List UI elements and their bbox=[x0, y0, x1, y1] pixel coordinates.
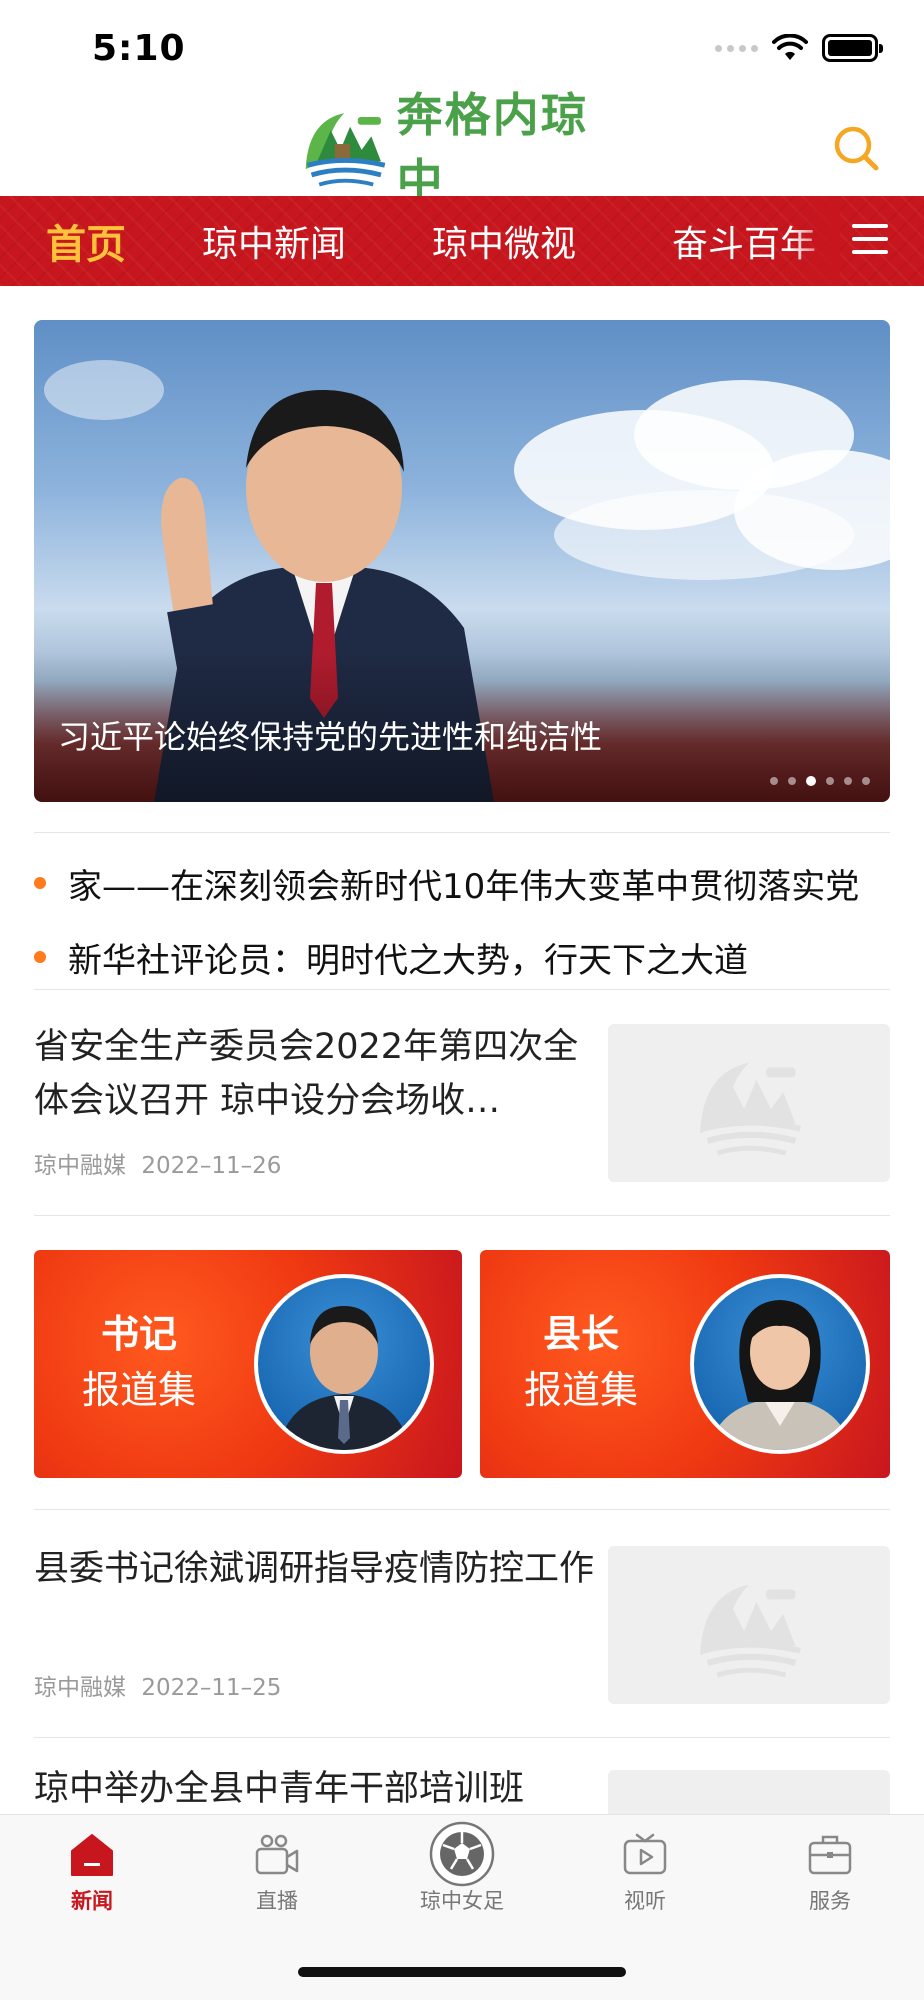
card-title: 县长 bbox=[543, 1312, 620, 1356]
news-meta: 琼中融媒 2022–11–26 bbox=[34, 1146, 281, 1180]
category-nav: 首页 琼中新闻 琼中微视 奋斗百年 bbox=[0, 196, 924, 286]
card-subtitle: 报道集 bbox=[524, 1368, 639, 1412]
briefcase-icon bbox=[808, 1835, 852, 1875]
news-item[interactable]: 省安全生产委员会2022年第四次全体会议召开 琼中设分会场收… 琼中融媒 202… bbox=[34, 990, 890, 1216]
news-meta: 琼中融媒 2022–11–25 bbox=[34, 1668, 281, 1702]
tab-qiongzhong-video[interactable]: 琼中微视 bbox=[346, 215, 576, 267]
avatar-photo bbox=[278, 1306, 410, 1450]
card-text: 县长 报道集 bbox=[524, 1306, 638, 1418]
ticker-item[interactable]: 家——在深刻领会新时代10年伟大变革中贯彻落实党 bbox=[34, 853, 890, 913]
news-thumbnail-placeholder bbox=[608, 1024, 890, 1182]
soccer-ball-icon bbox=[429, 1821, 495, 1887]
logo-mark-icon bbox=[305, 113, 386, 187]
tab-label: 服务 bbox=[809, 1889, 851, 1913]
tab-label: 新闻 bbox=[71, 1889, 113, 1913]
leader-report-cards: 书记 报道集 县长 报道集 bbox=[34, 1250, 890, 1510]
news-title: 县委书记徐斌调研指导疫情防控工作 bbox=[34, 1549, 594, 1589]
hero-banner[interactable]: 习近平论始终保持党的先进性和纯洁性 bbox=[34, 320, 890, 802]
app-header: 奔格内琼中 bbox=[0, 88, 924, 208]
tab-label: 直播 bbox=[256, 1889, 298, 1913]
ticker-text: 家——在深刻领会新时代10年伟大变革中贯彻落实党 bbox=[68, 866, 860, 907]
banner-dot[interactable] bbox=[862, 777, 870, 785]
news-title: 琼中举办全县中青年干部培训班 bbox=[34, 1769, 525, 1809]
avatar bbox=[690, 1274, 870, 1454]
signal-icon bbox=[715, 44, 758, 52]
tab-struggle-century[interactable]: 奋斗百年 bbox=[576, 215, 816, 267]
headline-ticker: 家——在深刻领会新时代10年伟大变革中贯彻落实党 新华社评论员：明时代之大势，行… bbox=[34, 832, 890, 990]
search-icon[interactable] bbox=[832, 124, 880, 172]
bottom-tab-bar: 新闻 直播 琼中女足 视听 服务 bbox=[0, 1814, 924, 2000]
banner-dot-active[interactable] bbox=[806, 776, 816, 786]
avatar bbox=[254, 1274, 434, 1454]
ticker-text: 新华社评论员：明时代之大势，行天下之大道 bbox=[68, 940, 748, 981]
news-thumbnail-placeholder bbox=[608, 1546, 890, 1704]
tab-label: 视听 bbox=[624, 1889, 666, 1913]
news-source: 琼中融媒 bbox=[34, 1675, 126, 1701]
status-time: 5:10 bbox=[92, 28, 186, 69]
county-head-report-card[interactable]: 县长 报道集 bbox=[480, 1250, 890, 1478]
banner-dot[interactable] bbox=[788, 777, 796, 785]
wifi-icon bbox=[772, 34, 808, 60]
bullet-dot-icon bbox=[34, 877, 46, 889]
banner-dot[interactable] bbox=[770, 777, 778, 785]
bullet-dot-icon bbox=[34, 951, 46, 963]
card-subtitle: 报道集 bbox=[82, 1368, 197, 1412]
banner-dot[interactable] bbox=[844, 777, 852, 785]
logo-watermark-icon bbox=[700, 1062, 802, 1156]
avatar-photo bbox=[708, 1300, 852, 1450]
nav-fade bbox=[790, 196, 840, 286]
banner-caption: 习近平论始终保持党的先进性和纯洁性 bbox=[58, 718, 603, 756]
tab-audio-video[interactable]: 视听 bbox=[575, 1831, 715, 1915]
tab-qiongzhong-news[interactable]: 琼中新闻 bbox=[126, 215, 346, 267]
hamburger-icon[interactable] bbox=[852, 224, 888, 256]
home-indicator[interactable] bbox=[298, 1967, 626, 1977]
news-source: 琼中融媒 bbox=[34, 1153, 126, 1179]
news-date: 2022–11–26 bbox=[141, 1153, 282, 1179]
ticker-item[interactable]: 新华社评论员：明时代之大势，行天下之大道 bbox=[34, 927, 890, 987]
tab-label: 琼中女足 bbox=[420, 1889, 504, 1913]
battery-icon bbox=[822, 34, 883, 62]
card-title: 书记 bbox=[101, 1312, 178, 1356]
banner-pagination bbox=[770, 776, 870, 786]
secretary-report-card[interactable]: 书记 报道集 bbox=[34, 1250, 462, 1478]
tab-womens-football[interactable]: 琼中女足 bbox=[392, 1821, 532, 1915]
logo-text: 奔格内琼中 bbox=[396, 88, 589, 208]
home-icon bbox=[71, 1834, 113, 1876]
tv-play-icon bbox=[623, 1833, 667, 1875]
banner-dot[interactable] bbox=[826, 777, 834, 785]
card-text: 书记 报道集 bbox=[82, 1306, 196, 1418]
tab-news[interactable]: 新闻 bbox=[22, 1831, 162, 1915]
camera-icon bbox=[255, 1834, 299, 1875]
status-icons bbox=[715, 34, 883, 62]
tab-live[interactable]: 直播 bbox=[207, 1831, 347, 1915]
news-item[interactable]: 县委书记徐斌调研指导疫情防控工作 琼中融媒 2022–11–25 bbox=[34, 1512, 890, 1738]
tab-home[interactable]: 首页 bbox=[0, 212, 126, 270]
tab-services[interactable]: 服务 bbox=[760, 1831, 900, 1915]
nav-tabs: 首页 琼中新闻 琼中微视 奋斗百年 bbox=[0, 196, 820, 286]
news-date: 2022–11–25 bbox=[141, 1675, 282, 1701]
news-title: 省安全生产委员会2022年第四次全体会议召开 琼中设分会场收… bbox=[34, 1027, 579, 1121]
logo-watermark-icon bbox=[700, 1584, 802, 1678]
app-logo: 奔格内琼中 bbox=[298, 88, 628, 208]
